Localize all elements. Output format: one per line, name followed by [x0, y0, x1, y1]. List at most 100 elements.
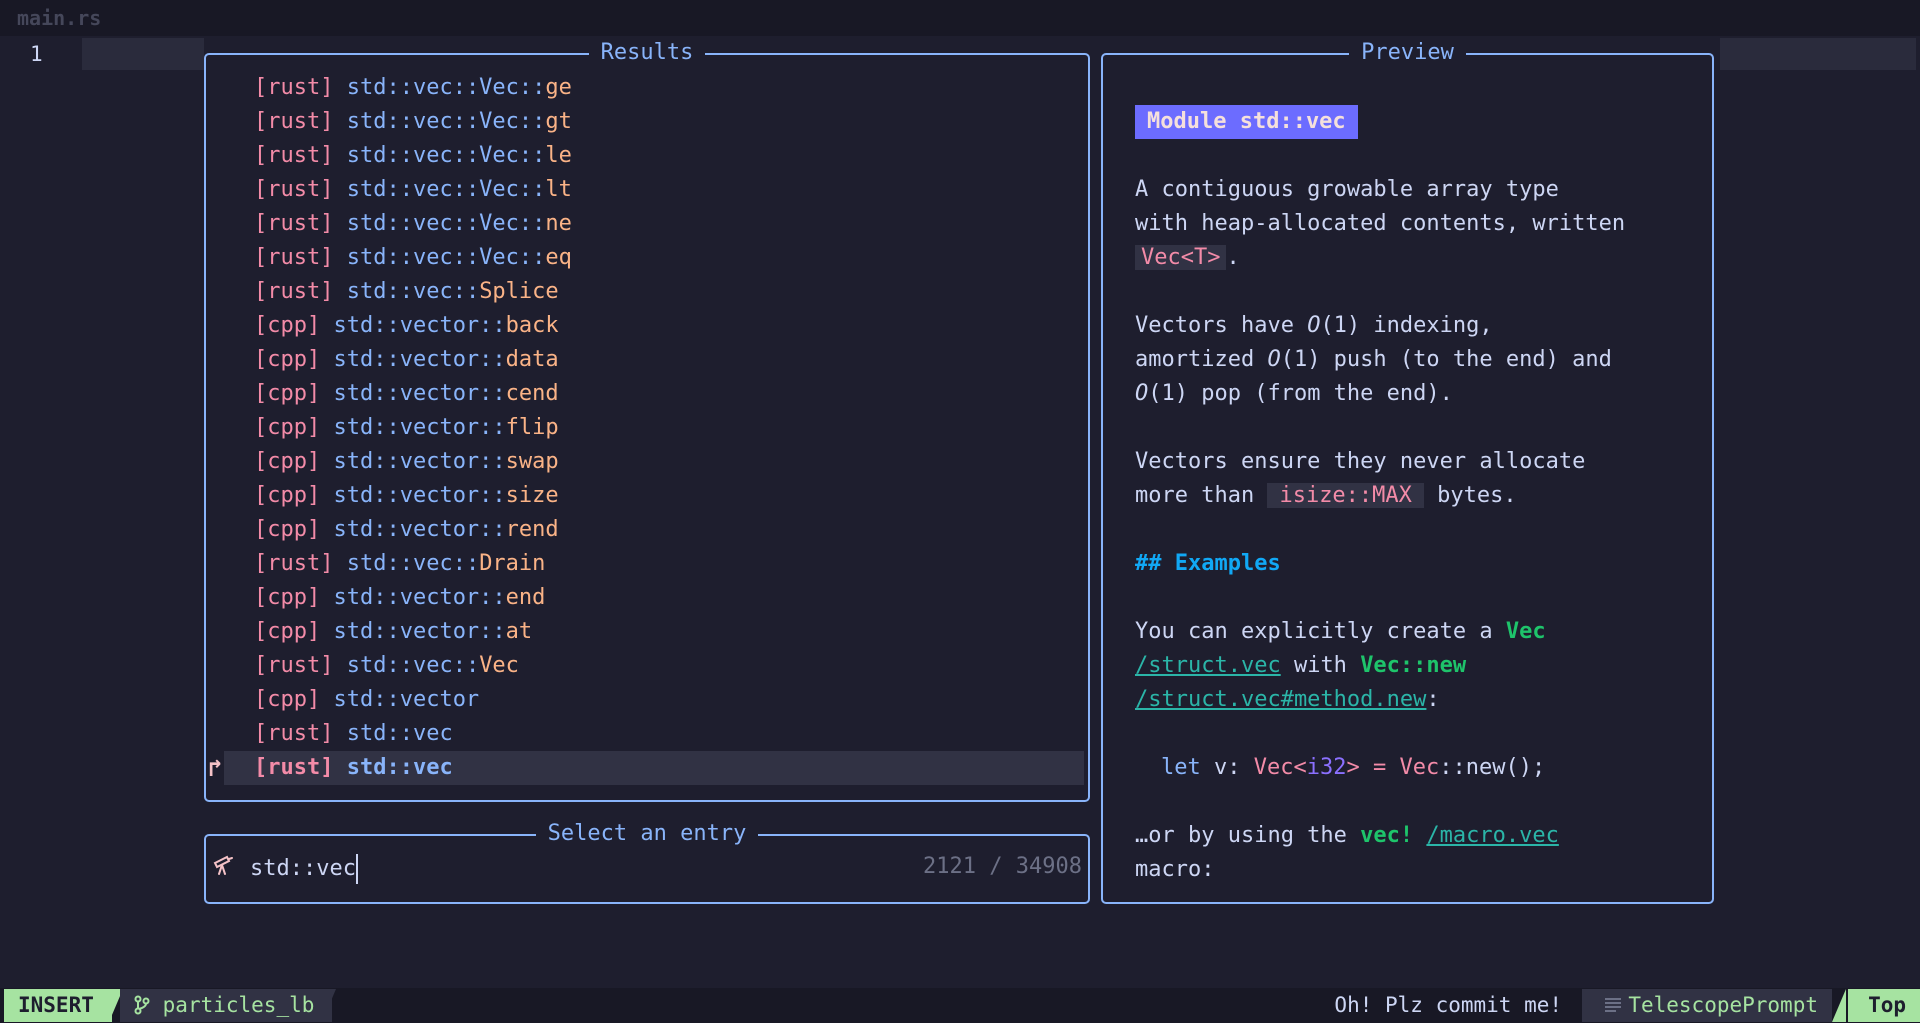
result-count: 2121 / 34908 — [923, 854, 1082, 879]
result-path: std::vec:: — [346, 279, 480, 304]
result-member: data — [505, 347, 559, 372]
result-row[interactable]: [rust] std::vec::Vec::ge — [224, 71, 1084, 105]
tab-filename[interactable]: main.rs — [17, 6, 101, 30]
result-tag: [cpp] — [254, 483, 321, 508]
result-row[interactable]: [cpp] std::vector::swap — [224, 445, 1084, 479]
result-row[interactable]: [rust] std::vec::Vec::eq — [224, 241, 1084, 275]
result-row[interactable]: [rust] std::vec::Drain — [224, 547, 1084, 581]
result-path: std::vector:: — [333, 381, 506, 406]
result-tag: [rust] — [254, 75, 334, 100]
result-row[interactable]: [rust] std::vec::Vec::le — [224, 139, 1084, 173]
preview-paragraph: Vectors ensure they never allocate more … — [1135, 445, 1695, 513]
result-row[interactable]: [cpp] std::vector::at — [224, 615, 1084, 649]
result-row[interactable]: [cpp] std::vector::size — [224, 479, 1084, 513]
result-path: std::vector:: — [333, 619, 506, 644]
result-row[interactable]: [cpp] std::vector::rend — [224, 513, 1084, 547]
code-type: Vec — [1399, 755, 1440, 780]
code-block: let v: Vec<i32> = Vec::new(); — [1135, 751, 1695, 785]
result-tag: [rust] — [254, 755, 334, 780]
preview-text: O — [1135, 381, 1149, 406]
result-path: std::vector:: — [333, 585, 506, 610]
preview-text: Vectors ensure they never allocate — [1135, 449, 1586, 474]
results-title: Results — [588, 40, 706, 65]
preview-paragraph: You can explicitly create a Vec /struct.… — [1135, 615, 1695, 717]
selection-caret-icon: ↱ — [208, 754, 223, 782]
preview-text: with heap-allocated contents, written — [1135, 211, 1626, 236]
result-path: std::vec:: — [346, 551, 480, 576]
result-row[interactable]: [cpp] std::vector::cend — [224, 377, 1084, 411]
code-op: < — [1293, 755, 1307, 780]
statusline: INSERT particles_lb Oh! Plz commit me! T… — [0, 988, 1920, 1023]
mode-indicator: INSERT — [4, 989, 112, 1022]
result-row[interactable]: [rust] std::vec::Vec — [224, 649, 1084, 683]
result-member: at — [505, 619, 533, 644]
preview-heading: Module std::vec — [1135, 105, 1358, 139]
preview-paragraph: Vectors have O(1) indexing, amortized O(… — [1135, 309, 1695, 411]
result-member: le — [545, 143, 572, 168]
preview-text: O — [1267, 347, 1281, 372]
inline-code: Vec<T> — [1135, 245, 1227, 270]
preview-text: bytes. — [1423, 483, 1517, 508]
result-tag: [rust] — [254, 551, 334, 576]
result-tag: [cpp] — [254, 619, 321, 644]
result-path: std::vec — [346, 721, 453, 746]
preview-title: Preview — [1349, 40, 1466, 65]
preview-paragraph: A contiguous growable array type with he… — [1135, 173, 1695, 275]
macro-vec-link[interactable]: /macro.vec — [1426, 823, 1558, 848]
result-row[interactable]: [rust] std::vec::Vec::gt — [224, 105, 1084, 139]
result-path: std::vec::Vec:: — [346, 177, 546, 202]
result-member: end — [505, 585, 546, 610]
examples-heading: ## Examples — [1135, 551, 1281, 576]
code-text: v: — [1200, 755, 1254, 780]
position-separator — [1832, 989, 1846, 1022]
result-row[interactable]: [cpp] std::vector::data — [224, 343, 1084, 377]
telescope-icon — [212, 854, 238, 880]
method-new-link[interactable]: /struct.vec#method.new — [1135, 687, 1426, 712]
preview-content: Module std::vec A contiguous growable ar… — [1135, 105, 1695, 887]
result-member: size — [505, 483, 559, 508]
result-tag: [cpp] — [254, 585, 321, 610]
result-row[interactable]: [cpp] std::vector::back — [224, 309, 1084, 343]
result-path: std::vector:: — [333, 347, 506, 372]
result-tag: [rust] — [254, 177, 334, 202]
result-member: cend — [505, 381, 559, 406]
result-tag: [cpp] — [254, 687, 321, 712]
lines-icon — [1604, 989, 1624, 1022]
commit-message: Oh! Plz commit me! — [1334, 993, 1562, 1017]
result-row[interactable]: [rust] std::vec::Splice — [224, 275, 1084, 309]
result-row[interactable]: [rust] std::vec::Vec::ne — [224, 207, 1084, 241]
result-member: back — [505, 313, 559, 338]
preview-text: (1) pop (from the end). — [1148, 381, 1453, 406]
result-path: std::vector:: — [333, 415, 506, 440]
results-panel: Results [rust] std::vec::Vec::ge [rust] s… — [204, 40, 1090, 802]
result-member: lt — [545, 177, 572, 202]
preview-text: with — [1280, 653, 1361, 678]
result-row[interactable]: [cpp] std::vector::end — [224, 581, 1084, 615]
branch-name: particles_lb — [162, 993, 315, 1017]
result-row[interactable]: [rust] std::vec — [224, 717, 1084, 751]
filetype: TelescopePrompt — [1582, 989, 1832, 1022]
code-type: Vec — [1253, 755, 1294, 780]
inline-code: isize::MAX — [1267, 483, 1424, 508]
code-text: ::new(); — [1439, 755, 1546, 780]
cursorline-left — [82, 38, 204, 70]
preview-text: more than — [1135, 483, 1268, 508]
filetype-label: TelescopePrompt — [1628, 993, 1818, 1017]
tabline: main.rs — [0, 0, 1920, 36]
code-type: i32 — [1306, 755, 1347, 780]
search-input[interactable] — [250, 850, 850, 886]
result-row-selected[interactable]: ↱ [rust] std::vec — [208, 751, 1084, 785]
result-row[interactable]: [rust] std::vec::Vec::lt — [224, 173, 1084, 207]
preview-strong: Vec — [1505, 619, 1546, 644]
result-member: Splice — [479, 279, 559, 304]
struct-vec-link[interactable]: /struct.vec — [1135, 653, 1281, 678]
preview-paragraph: …or by using the vec! /macro.vec macro: — [1135, 819, 1695, 887]
result-row[interactable]: [cpp] std::vector — [224, 683, 1084, 717]
text-cursor — [356, 854, 358, 884]
result-tag: [rust] — [254, 279, 334, 304]
line-number: 1 — [30, 42, 43, 66]
code-op: = — [1359, 755, 1400, 780]
result-member: Drain — [479, 551, 546, 576]
git-branch[interactable]: particles_lb — [120, 989, 333, 1022]
result-row[interactable]: [cpp] std::vector::flip — [224, 411, 1084, 445]
